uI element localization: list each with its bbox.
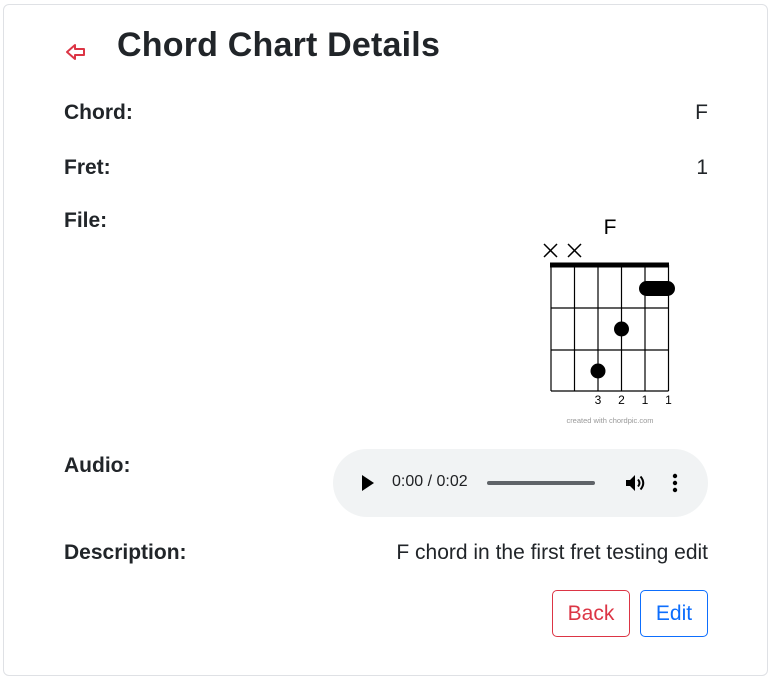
back-arrow-icon[interactable] [64, 41, 88, 63]
chord-label: Chord: [64, 101, 133, 124]
chord-diagram-image: F 3 2 1 1 created with chordpic.com [543, 216, 675, 425]
fret-value: 1 [696, 156, 708, 179]
back-button[interactable]: Back [552, 590, 630, 637]
nut [550, 262, 669, 268]
edit-button[interactable]: Edit [640, 590, 708, 637]
audio-time: 0:00 / 0:02 [392, 473, 468, 490]
muted-string-marks [543, 243, 582, 258]
audio-label: Audio: [64, 454, 131, 477]
finger-number: 2 [618, 393, 625, 407]
fret-label: Fret: [64, 156, 111, 179]
barre-marker [639, 281, 675, 296]
description-label: Description: [64, 541, 187, 564]
audio-progress-track[interactable] [487, 481, 595, 485]
finger-number: 3 [595, 393, 602, 407]
more-options-icon[interactable] [669, 471, 681, 495]
diagram-chord-name: F [604, 216, 617, 239]
audio-player[interactable]: 0:00 / 0:02 [333, 449, 708, 517]
finger-dot-3 [590, 363, 606, 379]
page-title: Chord Chart Details [117, 26, 441, 64]
description-value: F chord in the first fret testing edit [396, 541, 708, 564]
diagram-credit: created with chordpic.com [566, 416, 653, 425]
finger-number: 1 [642, 393, 649, 407]
chord-value: F [695, 101, 708, 124]
volume-icon[interactable] [623, 471, 647, 495]
finger-dot-2 [614, 321, 629, 337]
play-icon[interactable] [360, 474, 376, 492]
finger-number: 1 [665, 393, 672, 407]
file-label: File: [64, 209, 108, 232]
